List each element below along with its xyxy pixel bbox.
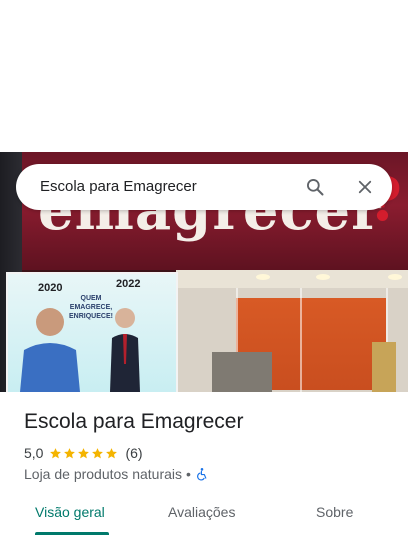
category-row: Loja de produtos naturais • (24, 465, 209, 483)
star-icon (78, 447, 90, 458)
active-tab-indicator (35, 532, 109, 535)
star-icon (92, 447, 104, 458)
star-icon (106, 447, 118, 458)
search-button[interactable] (302, 174, 328, 200)
star-icon (64, 447, 76, 458)
rating-row[interactable]: 5,0 (6) (24, 444, 143, 462)
ceiling-light (388, 274, 402, 280)
rating-value: 5,0 (24, 445, 44, 461)
tab-overview[interactable]: Visão geral (35, 504, 105, 520)
banner-year-right: 2022 (116, 278, 141, 290)
clear-search-button[interactable] (352, 174, 378, 200)
review-count[interactable]: (6) (125, 445, 142, 461)
store-ceiling (176, 270, 408, 288)
banner-person-after (110, 308, 140, 392)
ceiling-light (316, 274, 330, 280)
place-category[interactable]: Loja de produtos naturais (24, 466, 182, 482)
search-input[interactable]: Escola para Emagrecer (40, 178, 197, 195)
search-icon (307, 179, 324, 196)
place-title: Escola para Emagrecer (24, 410, 244, 433)
star-icon (50, 447, 62, 458)
ceiling-light (256, 274, 270, 280)
search-bar[interactable]: Escola para Emagrecer (16, 164, 392, 210)
close-icon (358, 180, 372, 194)
store-shelf (372, 342, 396, 392)
store-counter (212, 352, 272, 392)
rating-stars (49, 447, 119, 460)
wheelchair-icon[interactable] (195, 467, 209, 481)
banner-person-before (20, 308, 80, 392)
tab-about[interactable]: Sobre (316, 504, 353, 520)
place-tabs: Visão geral Avaliações Sobre (0, 494, 408, 544)
banner-year-left: 2020 (38, 282, 63, 294)
tab-reviews[interactable]: Avaliações (168, 504, 235, 520)
glass-door-frame (300, 288, 302, 392)
category-separator: • (186, 466, 191, 482)
promo-banner: 2020 2022 QUEM EMAGRECE, ENRIQUECE! (6, 272, 178, 392)
